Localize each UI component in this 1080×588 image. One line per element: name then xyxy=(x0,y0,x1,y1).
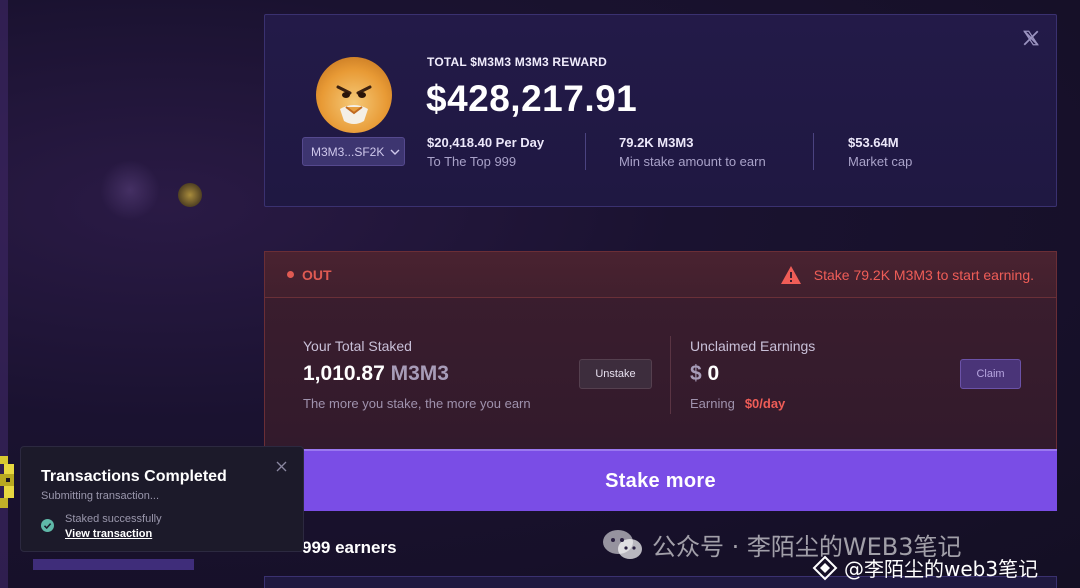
total-staked-section: Your Total Staked 1,010.87 M3M3 The more… xyxy=(303,338,531,411)
close-icon[interactable] xyxy=(276,461,287,472)
stat-min-stake: 79.2K M3M3 Min stake amount to earn xyxy=(619,135,766,169)
toast-status: Staked successfully xyxy=(65,513,162,525)
earners-heading: 999 earners xyxy=(302,538,397,557)
total-staked-value: 1,010.87 M3M3 xyxy=(303,362,531,386)
watermark-handle-text: @李陌尘的web3笔记 xyxy=(844,557,1039,581)
transaction-toast: Transactions Completed Submitting transa… xyxy=(20,446,304,552)
token-selector-label: M3M3...SF2K xyxy=(311,144,385,159)
unstake-button[interactable]: Unstake xyxy=(579,359,652,389)
stat-label: To The Top 999 xyxy=(427,154,517,169)
unclaimed-title: Unclaimed Earnings xyxy=(690,338,816,354)
staking-card: OUT Stake 79.2K M3M3 to start earning. Y… xyxy=(264,251,1057,451)
toast-subtitle: Submitting transaction... xyxy=(41,490,160,502)
reward-value: $428,217.91 xyxy=(426,78,638,119)
warning-icon xyxy=(780,265,801,284)
status-text: OUT xyxy=(302,266,332,283)
token-avatar xyxy=(316,57,392,133)
staking-header: OUT Stake 79.2K M3M3 to start earning. xyxy=(265,252,1056,298)
total-staked-hint: The more you stake, the more you earn xyxy=(303,396,531,411)
stat-value: 79.2K M3M3 xyxy=(619,135,694,150)
background-orb xyxy=(178,183,202,207)
section-divider xyxy=(670,336,671,414)
total-staked-unit: M3M3 xyxy=(390,362,449,385)
wechat-icon xyxy=(603,529,642,559)
toast-title: Transactions Completed xyxy=(41,468,227,485)
earning-label: Earning xyxy=(690,396,735,411)
stat-per-day: $20,418.40 Per Day To The Top 999 xyxy=(427,135,544,169)
reward-label: TOTAL $M3M3 M3M3 REWARD xyxy=(427,55,607,69)
total-staked-title: Your Total Staked xyxy=(303,338,412,354)
pixel-coin-decoration xyxy=(0,456,14,508)
stat-divider xyxy=(813,133,814,170)
stat-value: $20,418.40 Per Day xyxy=(427,135,545,150)
stake-warning: Stake 79.2K M3M3 to start earning. xyxy=(780,265,1034,285)
token-selector[interactable]: M3M3...SF2K xyxy=(302,137,405,166)
stat-label: Market cap xyxy=(848,154,913,169)
stake-more-button[interactable]: Stake more xyxy=(264,449,1057,511)
earning-rate-row: Earning $0/day xyxy=(690,396,815,411)
x-logo-icon[interactable] xyxy=(1022,29,1040,47)
status-badge: OUT xyxy=(287,267,332,283)
background-glow xyxy=(100,160,160,220)
chevron-down-icon xyxy=(390,149,400,155)
stat-value: $53.64M xyxy=(848,135,899,150)
unclaimed-value: $ 0 xyxy=(690,362,815,386)
check-circle-icon xyxy=(41,519,54,532)
unclaimed-currency: $ xyxy=(690,362,702,385)
logo-icon xyxy=(812,555,838,580)
toast-progress-bar xyxy=(33,559,194,570)
watermark-handle: @李陌尘的web3笔记 xyxy=(812,553,1038,582)
reward-card: M3M3...SF2K TOTAL $M3M3 M3M3 REWARD $428… xyxy=(264,14,1057,207)
status-dot xyxy=(287,271,294,278)
unclaimed-section: Unclaimed Earnings $ 0 Earning $0/day xyxy=(690,338,815,411)
stat-label: Min stake amount to earn xyxy=(619,154,766,169)
stat-divider xyxy=(585,133,586,170)
view-transaction-link[interactable]: View transaction xyxy=(65,528,152,540)
unclaimed-amount: 0 xyxy=(707,362,720,385)
earning-rate: $0/day xyxy=(744,396,786,411)
claim-button[interactable]: Claim xyxy=(960,359,1021,389)
warning-text: Stake 79.2K M3M3 to start earning. xyxy=(813,266,1034,283)
total-staked-amount: 1,010.87 xyxy=(303,362,385,385)
stat-market-cap: $53.64M Market cap xyxy=(848,135,912,169)
